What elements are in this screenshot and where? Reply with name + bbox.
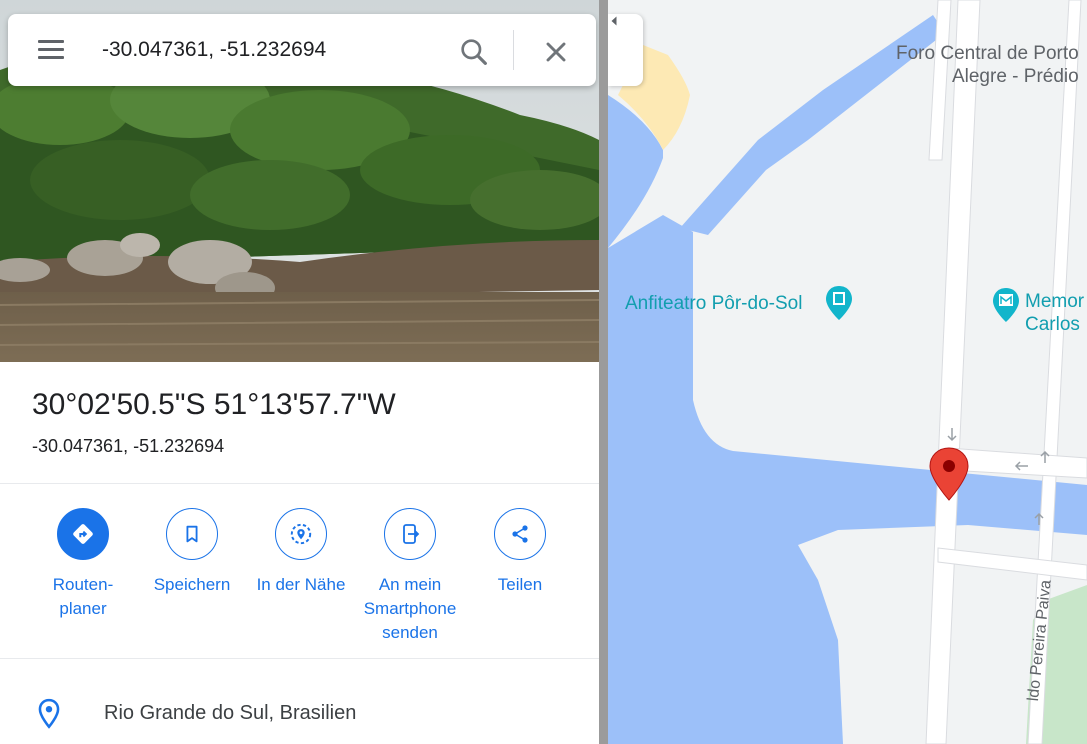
save-label: Speichern	[153, 575, 231, 594]
chevron-left-icon	[611, 16, 617, 26]
search-divider	[513, 30, 514, 70]
send-to-phone-button[interactable]: An mein Smartphone senden	[355, 508, 465, 645]
save-button[interactable]: Speichern	[137, 508, 247, 597]
side-panel: 30°02'50.5"S 51°13'57.7"W -30.047361, -5…	[0, 0, 599, 744]
map-label-anfiteatro[interactable]: Anfiteatro Pôr-do-Sol	[625, 292, 802, 315]
directions-label: Routen-planer	[52, 575, 114, 618]
divider	[0, 658, 599, 659]
cross-road-south	[937, 547, 1087, 581]
movie-theater-icon[interactable]	[826, 286, 852, 320]
nearby-icon	[275, 508, 327, 560]
nearby-button[interactable]: In der Nähe	[246, 508, 356, 597]
close-icon[interactable]	[540, 36, 572, 68]
location-pin-icon	[36, 698, 62, 735]
search-input[interactable]	[102, 32, 442, 68]
send-to-phone-label: An mein Smartphone senden	[363, 575, 457, 642]
map-canvas[interactable]: Foro Central de Porto Alegre - Prédio An…	[608, 0, 1087, 744]
cross-road	[947, 447, 1087, 479]
nearby-label: In der Nähe	[256, 575, 346, 594]
map-graphics	[608, 0, 1087, 744]
place-decimal-coordinates[interactable]: -30.047361, -51.232694	[32, 436, 224, 457]
share-label: Teilen	[497, 575, 543, 594]
hamburger-menu-icon[interactable]	[36, 38, 66, 62]
map-label-foro[interactable]: Foro Central de Porto Alegre - Prédio	[896, 42, 1079, 88]
search-box	[8, 14, 596, 86]
share-icon	[494, 508, 546, 560]
place-title: 30°02'50.5"S 51°13'57.7"W	[32, 388, 396, 421]
search-icon[interactable]	[458, 36, 490, 68]
bookmark-icon	[166, 508, 218, 560]
museum-icon[interactable]	[993, 288, 1019, 322]
panel-resize-divider[interactable]	[599, 0, 608, 744]
send-to-phone-icon	[384, 508, 436, 560]
place-region[interactable]: Rio Grande do Sul, Brasilien	[104, 702, 356, 725]
collapse-panel-button[interactable]	[608, 14, 643, 86]
divider	[0, 483, 599, 484]
directions-icon	[57, 508, 109, 560]
share-button[interactable]: Teilen	[465, 508, 575, 597]
map-label-memorial[interactable]: Memor Carlos	[1025, 290, 1084, 336]
directions-button[interactable]: Routen-planer	[28, 508, 138, 621]
